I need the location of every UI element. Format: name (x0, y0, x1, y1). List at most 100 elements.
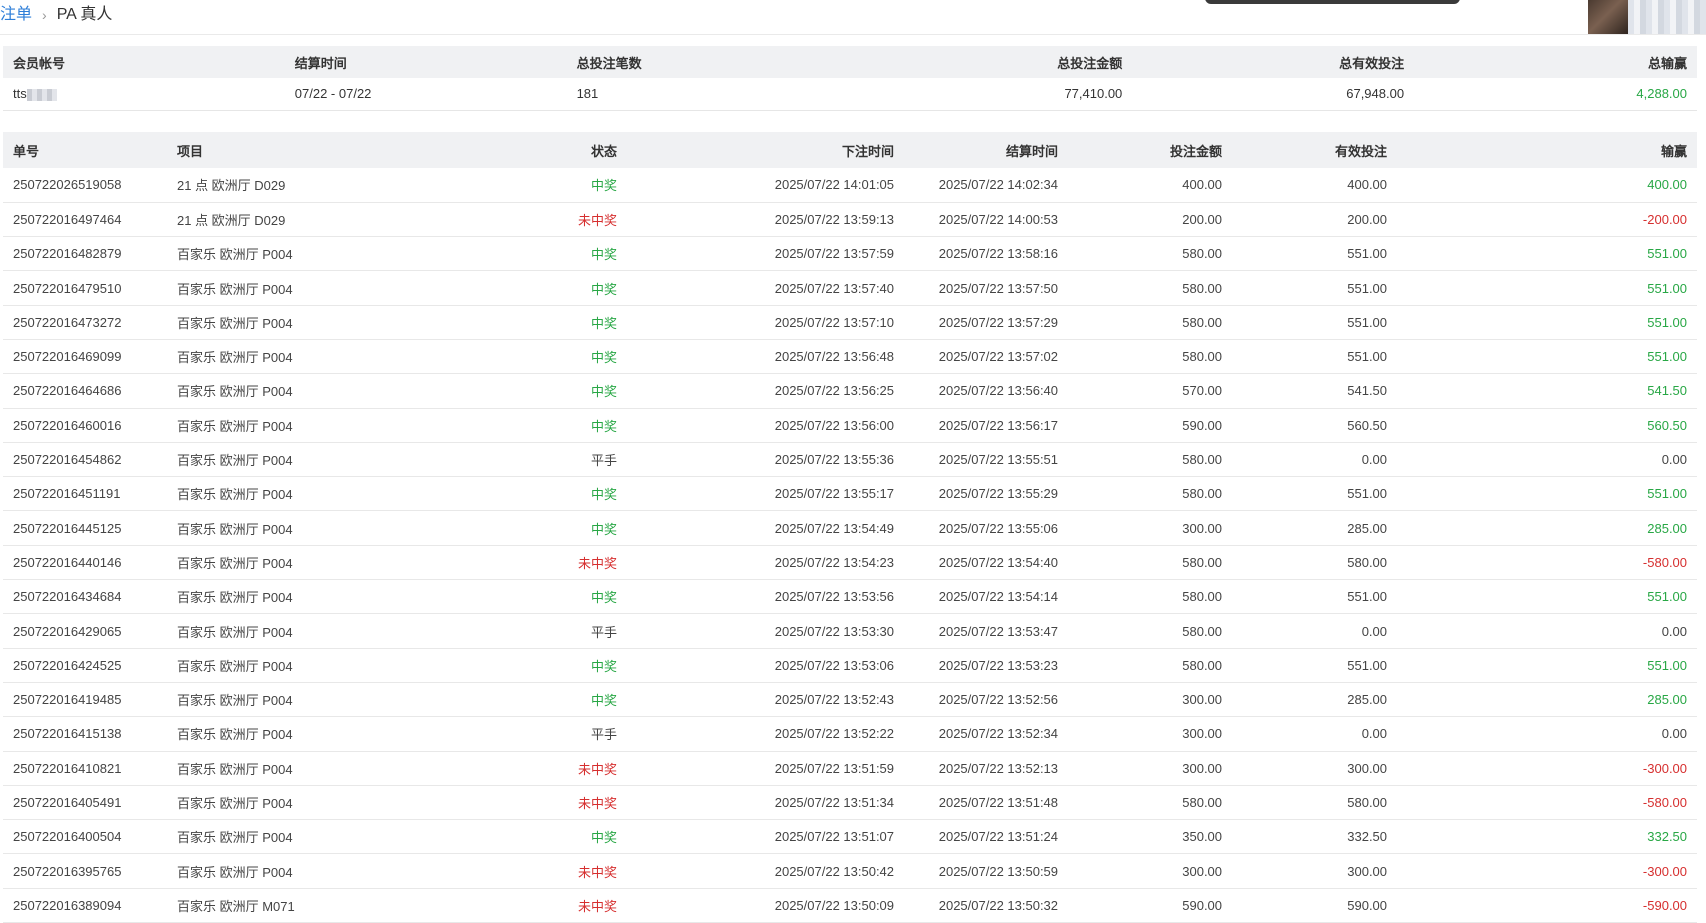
winloss-cell: 541.50 (1647, 383, 1688, 399)
bet-time-cell: 2025/07/22 13:56:25 (774, 383, 895, 399)
username-blurred (1628, 0, 1706, 34)
bet-time-cell: 2025/07/22 13:59:13 (774, 211, 895, 227)
game-cell: 百家乐 欧洲厅 M071 (177, 898, 295, 914)
settle-time-cell: 2025/07/22 13:52:56 (938, 692, 1059, 708)
status-cell: 中奖 (590, 487, 617, 503)
game-cell: 百家乐 欧洲厅 P004 (177, 418, 293, 434)
valid-bet-cell: 551.00 (1347, 349, 1388, 365)
bet-amount-cell: 300.00 (1182, 520, 1223, 536)
breadcrumb-link-orders[interactable]: 注单 (0, 5, 32, 25)
winloss-cell: -580.00 (1642, 794, 1688, 810)
settle-time-cell: 2025/07/22 13:55:29 (938, 486, 1059, 502)
winloss-cell: 551.00 (1647, 589, 1688, 605)
bet-time-cell: 2025/07/22 13:55:17 (774, 486, 895, 502)
table-row: 250722016454862 百家乐 欧洲厅 P004 平手 2025/07/22 … (3, 442, 1698, 477)
game-cell: 百家乐 欧洲厅 P004 (177, 830, 293, 846)
table-row: 250722016405491 百家乐 欧洲厅 P004 未中奖 2025/07/22… (3, 785, 1698, 820)
winloss-cell: 551.00 (1647, 349, 1688, 365)
winloss-cell: 332.50 (1647, 829, 1688, 845)
valid-bet-cell: 580.00 (1347, 794, 1388, 810)
table-row: 250722016434684 百家乐 欧洲厅 P004 中奖 2025/07/22 … (3, 580, 1698, 614)
status-cell: 平手 (590, 727, 617, 743)
order-id-cell: 250722016469099 (13, 349, 122, 365)
settle-time-cell: 2025/07/22 13:55:06 (938, 520, 1059, 536)
valid-bet-cell: 551.00 (1347, 314, 1388, 330)
header-status: 状态 (590, 143, 617, 159)
valid-bet-cell: 580.00 (1347, 554, 1388, 570)
status-cell: 未中奖 (577, 555, 617, 571)
status-cell: 中奖 (590, 521, 617, 537)
game-cell: 百家乐 欧洲厅 P004 (177, 350, 293, 366)
valid-bet-cell: 551.00 (1347, 280, 1388, 296)
settle-time-cell: 2025/07/22 13:50:32 (938, 897, 1059, 913)
settle-time-cell: 2025/07/22 13:56:40 (938, 383, 1059, 399)
bet-amount-cell: 350.00 (1182, 829, 1223, 845)
order-id-cell: 250722016429065 (13, 623, 122, 639)
winloss-cell: 0.00 (1661, 452, 1688, 468)
settle-time-cell: 2025/07/22 13:54:40 (938, 554, 1059, 570)
bet-time-cell: 2025/07/22 13:51:34 (774, 794, 895, 810)
valid-bet-cell: 551.00 (1347, 486, 1388, 502)
status-cell: 中奖 (590, 693, 617, 709)
bet-amount-cell: 580.00 (1182, 623, 1223, 639)
settle-range-cell: 07/22 - 07/22 (294, 86, 372, 102)
winloss-cell: -300.00 (1642, 863, 1688, 879)
breadcrumb: 注单 › PA 真人 (0, 5, 112, 25)
valid-bet-cell: 0.00 (1361, 726, 1388, 742)
game-cell: 百家乐 欧洲厅 P004 (177, 795, 293, 811)
order-id-cell: 250722016410821 (13, 760, 122, 776)
valid-bet-cell: 0.00 (1361, 623, 1388, 639)
winloss-cell: -590.00 (1642, 897, 1688, 913)
settle-time-cell: 2025/07/22 14:02:34 (938, 177, 1059, 193)
bet-time-cell: 2025/07/22 13:56:00 (774, 417, 895, 433)
total-bet-cell: 77,410.00 (1064, 86, 1123, 102)
bet-time-cell: 2025/07/22 13:54:49 (774, 520, 895, 536)
order-id-cell: 250722016497464 (13, 211, 122, 227)
status-cell: 未中奖 (577, 212, 617, 228)
table-row: 250722016429065 百家乐 欧洲厅 P004 平手 2025/07/22 … (3, 614, 1698, 649)
avatar[interactable] (1588, 0, 1628, 34)
header-total-valid: 总有效投注 (1339, 55, 1405, 71)
bet-time-cell: 2025/07/22 13:57:59 (774, 246, 895, 262)
status-cell: 中奖 (590, 315, 617, 331)
valid-bet-cell: 590.00 (1347, 897, 1388, 913)
settle-time-cell: 2025/07/22 13:53:23 (938, 657, 1059, 673)
order-id-cell: 250722016482879 (13, 246, 122, 262)
winloss-cell: 551.00 (1647, 486, 1688, 502)
bet-time-cell: 2025/07/22 13:56:48 (774, 349, 895, 365)
header-settle-time: 结算时间 (1006, 143, 1059, 159)
status-cell: 平手 (590, 453, 617, 469)
valid-bet-cell: 560.50 (1347, 417, 1388, 433)
bet-amount-cell: 300.00 (1182, 863, 1223, 879)
detail-header-row: 单号 项目 状态 下注时间 结算时间 投注金额 有效投注 输赢 (3, 132, 1698, 168)
bet-time-cell: 2025/07/22 13:50:42 (774, 863, 895, 879)
winloss-cell: -580.00 (1642, 554, 1688, 570)
settle-time-cell: 2025/07/22 13:52:13 (938, 760, 1059, 776)
order-id-cell: 250722016440146 (13, 554, 122, 570)
settle-time-cell: 2025/07/22 13:52:34 (938, 726, 1059, 742)
order-id-cell: 250722016473272 (13, 314, 122, 330)
header-bet-count: 总投注笔数 (576, 55, 642, 71)
bet-amount-cell: 590.00 (1182, 897, 1223, 913)
status-cell: 中奖 (590, 384, 617, 400)
game-cell: 百家乐 欧洲厅 P004 (177, 761, 293, 777)
table-row: 250722016419485 百家乐 欧洲厅 P004 中奖 2025/07/22 … (3, 682, 1698, 717)
status-cell: 中奖 (590, 418, 617, 434)
header-bet-amount: 投注金额 (1170, 143, 1223, 159)
settle-time-cell: 2025/07/22 13:51:24 (938, 829, 1059, 845)
status-cell: 中奖 (590, 178, 617, 194)
valid-bet-cell: 300.00 (1347, 760, 1388, 776)
valid-bet-cell: 541.50 (1347, 383, 1388, 399)
table-row: 250722016400504 百家乐 欧洲厅 P004 中奖 2025/07/22 … (3, 820, 1698, 854)
status-cell: 中奖 (590, 247, 617, 263)
header-order-id: 单号 (13, 143, 40, 159)
table-row: 250722016473272 百家乐 欧洲厅 P004 中奖 2025/07/22 … (3, 305, 1698, 340)
bet-time-cell: 2025/07/22 13:51:07 (774, 829, 895, 845)
game-cell: 百家乐 欧洲厅 P004 (177, 727, 293, 743)
status-cell: 未中奖 (577, 761, 617, 777)
settle-time-cell: 2025/07/22 13:57:02 (938, 349, 1059, 365)
valid-bet-cell: 300.00 (1347, 863, 1388, 879)
order-id-cell: 250722016405491 (13, 794, 122, 810)
winloss-cell: 551.00 (1647, 246, 1688, 262)
order-id-cell: 250722016454862 (13, 452, 122, 468)
